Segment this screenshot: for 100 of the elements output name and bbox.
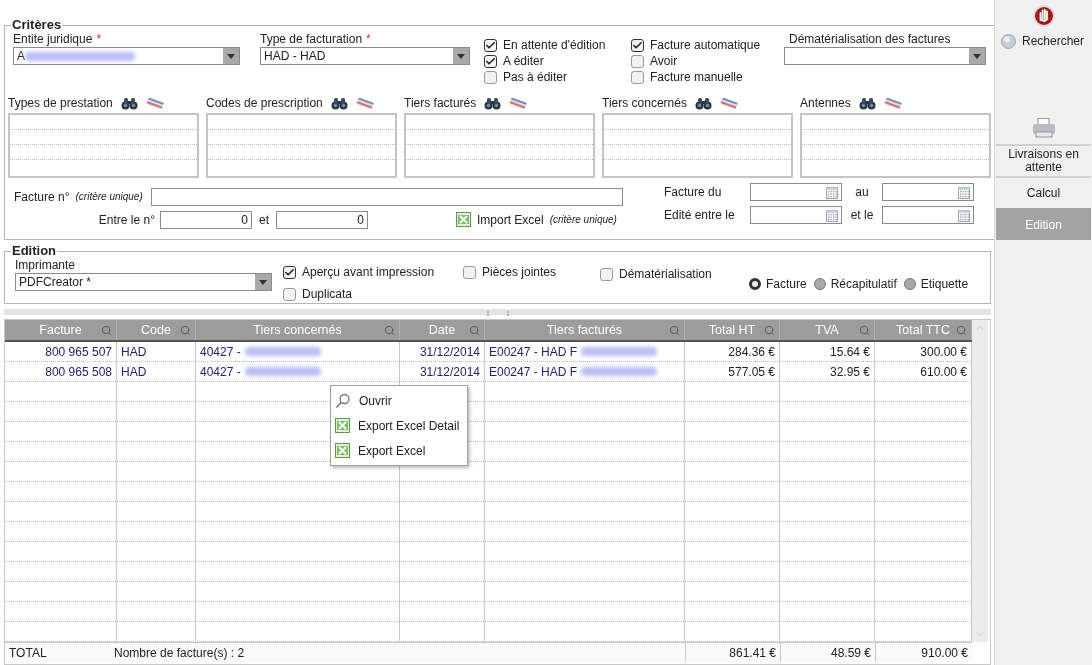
checkbox[interactable] [484,70,497,84]
dropdown-value: PDFCreator * [19,274,92,291]
import-button[interactable]: Import Excel (critère unique) [456,210,617,229]
required-mark: * [366,32,371,47]
table-cell: 577.05 € [685,362,780,381]
list-label: Types de prestation [8,95,113,112]
cell-text: 40427 - [200,343,241,361]
search-icon[interactable] [101,325,112,336]
dropdown-value: HAD - HAD [264,48,326,65]
table-cell: 31/12/2014 [400,342,485,361]
field-label: Facture n° [14,188,70,206]
list-label: Tiers facturés [404,95,477,112]
input-field[interactable]: 0 [276,210,368,229]
field-label: Facture du [664,184,723,201]
printer-icon [1031,118,1056,138]
calendar-icon[interactable] [958,185,970,199]
table-cell: 32.95 € [780,362,875,381]
checkbox[interactable] [463,265,476,279]
date-field[interactable] [882,206,974,224]
dropdown-field[interactable] [784,47,986,65]
search-button[interactable]: Rechercher [995,32,1092,50]
cell-text: E00247 - HAD F [489,343,578,361]
search-icon[interactable] [669,325,680,336]
total-value: 861.41 € [685,643,780,662]
search-icon[interactable] [764,325,775,336]
radio-button[interactable] [749,278,761,290]
field-label: Entite juridique [13,32,93,47]
table-cell: HAD [117,362,196,381]
radio-button[interactable] [903,278,916,290]
calendar-icon[interactable] [826,185,838,199]
search-icon[interactable] [956,325,967,336]
total-value: 48.59 € [780,643,875,662]
binoculars-icon[interactable] [120,96,138,110]
table-cell: 284.36 € [685,342,780,361]
checkbox-label: Facture automatique [650,37,761,54]
dropdown-field[interactable]: HAD - HAD [260,47,470,65]
menu-item[interactable]: Export Excel Detail [331,413,467,438]
eraser-icon[interactable] [883,97,902,109]
field-label: Imprimante [15,258,76,273]
checkbox[interactable] [631,38,644,52]
radio-button[interactable] [813,278,826,290]
total-value: 910.00 € [875,643,972,662]
search-icon[interactable] [859,325,870,336]
cell-text: 40427 - [200,363,241,381]
checkbox[interactable] [600,267,613,281]
menu-item[interactable]: Ouvrir [331,388,467,413]
checkbox[interactable] [631,70,644,84]
checkbox[interactable] [484,38,497,52]
field-label: et le [849,207,875,224]
binoculars-icon[interactable] [858,96,876,110]
eraser-icon[interactable] [719,97,738,109]
search-icon[interactable] [469,325,480,336]
checkbox-label: A éditer [503,53,544,70]
spreadsheet-icon [335,418,350,433]
checkbox[interactable] [631,54,644,68]
eraser-icon[interactable] [355,97,374,109]
binoculars-icon[interactable] [484,96,502,110]
field-label: Entre le n° [98,211,155,229]
binoculars-icon[interactable] [330,96,348,110]
dropdown-value: A [17,48,25,65]
radio-label: Etiquette [920,276,969,293]
dropdown-field[interactable]: PDFCreator * [15,273,272,291]
calendar-icon[interactable] [826,208,838,222]
checkbox-label: Avoir [650,53,678,70]
input-field[interactable] [150,187,623,206]
field-label: Type de facturation [260,32,363,47]
field-label: Dématérialisation des factures [789,32,951,47]
field-hint: (critère unique) [75,190,143,204]
eraser-icon[interactable] [145,97,164,109]
checkbox-label: Pas à éditer [503,69,568,86]
table-cell: 800 965 508 [5,362,117,381]
cell-text: E00247 - HAD F [489,363,578,381]
invoice-count: Nombre de facture(s) : 2 [114,644,245,662]
binoculars-icon[interactable] [694,96,712,110]
table-cell: 800 965 507 [5,342,117,361]
menu-item[interactable]: Export Excel [331,438,467,463]
date-field[interactable] [882,183,974,201]
checkbox[interactable] [283,265,296,279]
checkbox-label: Aperçu avant impression [302,264,435,281]
total-label: TOTAL [8,644,48,662]
table-cell: HAD [117,342,196,361]
table-cell: 31/12/2014 [400,362,485,381]
date-field[interactable] [750,206,842,224]
input-field[interactable]: 0 [160,210,252,229]
radio-label: Récapitulatif [830,276,897,293]
search-icon[interactable] [384,325,395,336]
stop-hand-icon[interactable] [1031,4,1056,28]
list-label: Codes de prescription [206,95,323,112]
radio-label: Facture [766,276,807,293]
checkbox[interactable] [283,287,296,301]
calendar-icon[interactable] [958,208,970,222]
search-icon[interactable] [180,325,191,336]
eraser-icon[interactable] [509,97,528,109]
checkbox-label: Facture manuelle [650,69,743,86]
date-field[interactable] [750,183,842,201]
dropdown-field[interactable]: A [13,47,240,65]
checkbox[interactable] [484,54,497,68]
required-mark: * [96,32,102,47]
field-label: au [854,184,870,201]
sphere-icon [1001,33,1016,49]
